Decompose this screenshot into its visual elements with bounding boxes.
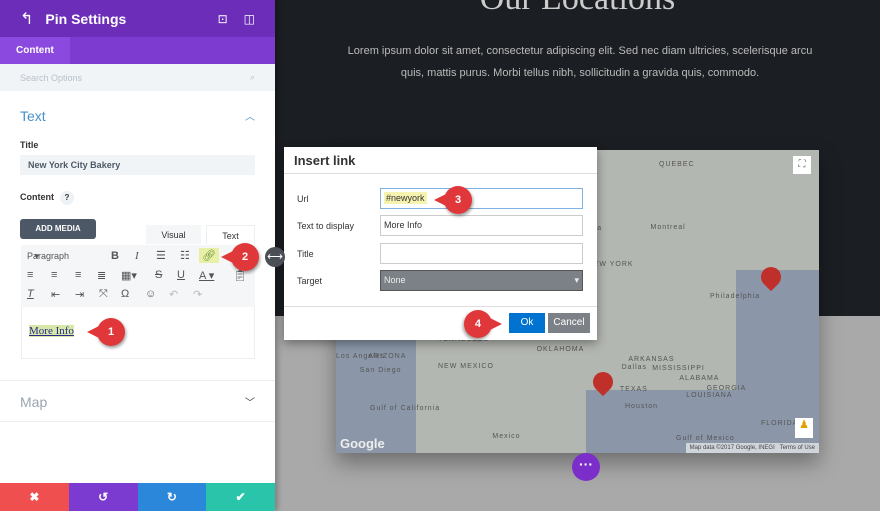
text-label: Text to display <box>297 221 355 231</box>
text-color-icon[interactable]: A ▾ <box>199 269 214 282</box>
title-label: Title <box>20 140 39 150</box>
indent-icon[interactable]: ⇥ <box>75 288 84 301</box>
strikethrough-icon[interactable]: S <box>155 269 162 281</box>
justify-icon[interactable]: ≣ <box>97 269 106 282</box>
editor-toolbar: Paragraph ▾ B I ☰ ☷ 🔗︎ ≡ ≡ ≡ ≣ ▦▾ S U A … <box>21 245 255 307</box>
text-input[interactable]: More Info <box>380 215 583 236</box>
map-label: TEXAS <box>619 386 648 393</box>
emoji-icon[interactable]: ☺ <box>145 288 156 300</box>
tab-content[interactable]: Content <box>0 37 70 64</box>
insert-link-dialog: Insert link Url #newyork Text to display… <box>284 147 597 340</box>
url-label: Url <box>297 194 309 204</box>
pegman-icon[interactable]: ♟ <box>795 418 813 438</box>
page-heading: Our Locations <box>275 0 880 18</box>
map-label: Gulf of Mexico <box>676 435 735 442</box>
add-media-button[interactable]: ADD MEDIA <box>20 219 96 239</box>
italic-icon[interactable]: I <box>135 250 139 262</box>
cancel-button[interactable]: Cancel <box>548 313 590 333</box>
align-right-icon[interactable]: ≡ <box>75 269 81 281</box>
align-center-icon[interactable]: ≡ <box>51 269 57 281</box>
bold-icon[interactable]: B <box>111 250 119 262</box>
clear-formatting-icon[interactable]: T <box>27 288 34 300</box>
text-section-toggle[interactable]: Text ︿ <box>20 108 255 124</box>
target-select[interactable]: None ▾ <box>380 270 583 291</box>
map-label: ARKANSAS <box>628 356 675 363</box>
table-icon[interactable]: ▦▾ <box>121 269 137 282</box>
tab-text[interactable]: Text <box>206 225 255 244</box>
close-button[interactable]: ✖ <box>0 483 69 511</box>
map-label: Houston <box>625 403 659 410</box>
url-input[interactable]: #newyork <box>380 188 583 209</box>
redo-button[interactable]: ↻ <box>137 483 207 511</box>
step-badge-2: 2 <box>221 243 259 271</box>
step-badge-1: 1 <box>87 318 125 346</box>
format-select[interactable]: Paragraph ▾ <box>27 251 69 262</box>
search-input[interactable]: Search Options ⌕ <box>0 64 275 91</box>
title-label: Title <box>297 249 314 259</box>
chevron-down-icon: ﹀ <box>245 398 255 409</box>
map-label: FLORIDA <box>761 420 799 427</box>
title-input[interactable]: New York City Bakery <box>20 155 255 175</box>
section-title: Map <box>20 394 48 410</box>
map-label: NEW MEXICO <box>438 363 494 370</box>
more-options-button[interactable]: ··· <box>572 453 600 481</box>
page-intro: Lorem ipsum dolor sit amet, consectetur … <box>347 45 813 79</box>
resize-handle[interactable]: ⟷ <box>265 247 285 267</box>
chevron-down-icon: ▾ <box>574 275 579 285</box>
google-logo: Google <box>340 436 385 451</box>
map-section-toggle[interactable]: Map ﹀ <box>0 380 275 422</box>
map-label: Philadelphia <box>710 293 761 300</box>
map-label: MISSISSIPPI <box>652 365 705 372</box>
undo-button[interactable]: ↺ <box>68 483 138 511</box>
undo-icon[interactable]: ↶ <box>169 288 178 301</box>
step-badge-4: 4 <box>464 310 492 338</box>
map-label: OKLAHOMA <box>536 346 585 353</box>
panel-header: ↰ Pin Settings ⊡ ◫ <box>0 0 275 37</box>
content-editor[interactable]: More Info <box>21 307 255 359</box>
map-label: ALABAMA <box>679 375 720 382</box>
special-character-icon[interactable]: Ω <box>121 288 129 300</box>
numbered-list-icon[interactable]: ☷ <box>180 249 190 262</box>
underline-icon[interactable]: U <box>177 269 185 281</box>
map-label: Mexico <box>492 433 521 440</box>
terms-link[interactable]: Terms of Use <box>780 445 815 451</box>
back-icon[interactable]: ↰ <box>20 9 33 29</box>
content-label: Content <box>20 192 54 202</box>
sidebar-toggle-icon[interactable]: ◫ <box>244 12 255 26</box>
map-label: GEORGIA <box>706 385 747 392</box>
outdent-icon[interactable]: ⇤ <box>51 288 60 301</box>
save-button[interactable]: ✔ <box>206 483 275 511</box>
align-left-icon[interactable]: ≡ <box>27 269 33 281</box>
title-input[interactable] <box>380 243 583 264</box>
panel-title: Pin Settings <box>45 10 127 27</box>
fullscreen-editor-icon[interactable]: ⤧ <box>99 288 108 301</box>
step-badge-3: 3 <box>434 186 472 214</box>
help-icon[interactable]: ? <box>60 191 74 205</box>
ok-button[interactable]: Ok <box>509 313 545 333</box>
redo-icon[interactable]: ↷ <box>193 288 202 301</box>
map-label: San Diego <box>359 367 402 374</box>
map-label: Montreal <box>650 224 686 231</box>
section-title: Text <box>20 108 46 124</box>
target-label: Target <box>297 276 323 286</box>
map-label: LOUISIANA <box>686 392 733 399</box>
map-label: Gulf of California <box>370 405 441 412</box>
fullscreen-icon[interactable]: ⛶ <box>793 156 811 174</box>
dialog-title: Insert link <box>284 147 597 174</box>
chevron-up-icon: ︿ <box>245 112 255 123</box>
search-placeholder: Search Options <box>20 72 83 83</box>
editor-link-text[interactable]: More Info <box>29 325 74 337</box>
fullscreen-icon[interactable]: ⊡ <box>218 12 228 26</box>
map-attribution: Map data ©2017 Google, INEGI <box>689 445 775 451</box>
link-icon[interactable]: 🔗︎ <box>199 248 219 263</box>
map-label: Los Angeles <box>336 353 386 360</box>
bullet-list-icon[interactable]: ☰ <box>156 249 166 262</box>
map-label: QUEBEC <box>659 161 695 168</box>
map-label: Dallas <box>621 364 648 371</box>
search-icon: ⌕ <box>249 72 255 82</box>
tab-visual[interactable]: Visual <box>146 225 201 244</box>
